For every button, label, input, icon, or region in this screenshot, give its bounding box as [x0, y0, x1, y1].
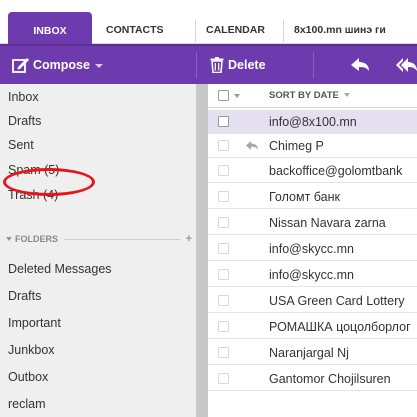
select-all-checkbox[interactable]	[218, 90, 229, 101]
message-row[interactable]: info@skycc.mn	[208, 237, 417, 261]
sort-caret-icon	[343, 93, 350, 98]
tab-8x100[interactable]: 8x100.mn шинэ ги	[284, 17, 417, 44]
folders-header-label: FOLDERS	[15, 234, 59, 244]
message-sender: Голомт банк	[269, 190, 340, 204]
compose-label: Compose	[33, 58, 90, 72]
select-options-caret-icon[interactable]	[234, 94, 240, 98]
folder-deleted-messages[interactable]: Deleted Messages	[8, 258, 194, 280]
message-sender: Chimeg P	[269, 139, 324, 153]
tab-calendar[interactable]: CALENDAR	[196, 17, 282, 44]
message-checkbox[interactable]	[218, 321, 229, 332]
replied-icon	[246, 141, 258, 150]
message-checkbox[interactable]	[218, 116, 229, 127]
message-row[interactable]: info@skycc.mn	[208, 263, 417, 287]
spam-highlight-ring	[3, 168, 95, 196]
message-row[interactable]: Chimeg P	[208, 134, 417, 158]
folder-junkbox[interactable]: Junkbox	[8, 339, 194, 361]
compose-dropdown-caret-icon[interactable]	[94, 64, 103, 68]
message-sender: Naranjargal Nj	[269, 346, 349, 360]
mail-toolbar: Compose Delete	[0, 44, 417, 84]
message-row[interactable]: Nissan Navara zarna	[208, 211, 417, 235]
pane-resize-handle[interactable]	[196, 84, 208, 417]
message-checkbox[interactable]	[218, 165, 229, 176]
toolbar-separator	[313, 52, 314, 78]
message-sender: info@8x100.mn	[269, 115, 357, 129]
collapse-caret-icon[interactable]	[6, 237, 12, 241]
delete-label: Delete	[228, 58, 266, 72]
message-list: SORT BY DATE info@8x100.mn Chimeg P back…	[208, 84, 417, 417]
compose-icon	[12, 58, 29, 73]
message-checkbox[interactable]	[218, 191, 229, 202]
tab-inbox[interactable]: INBOX	[8, 12, 92, 45]
sort-label: SORT BY DATE	[269, 90, 339, 101]
message-list-header: SORT BY DATE	[208, 84, 417, 108]
add-folder-icon[interactable]: +	[186, 233, 192, 245]
top-tab-bar: INBOX CONTACTS CALENDAR 8x100.mn шинэ ги	[0, 0, 417, 45]
folders-section-header[interactable]: FOLDERS +	[6, 232, 192, 246]
message-checkbox[interactable]	[218, 217, 229, 228]
reply-all-icon	[396, 58, 417, 72]
message-sender: РОМАШКА цоцолборлог	[269, 320, 411, 334]
message-row[interactable]: info@8x100.mn	[208, 110, 417, 134]
message-checkbox[interactable]	[218, 269, 229, 280]
message-sender: Gantomor Chojilsuren	[269, 372, 391, 386]
sort-by-date-control[interactable]: SORT BY DATE	[269, 84, 350, 108]
message-sender: USA Green Card Lottery	[269, 294, 405, 308]
message-checkbox[interactable]	[218, 347, 229, 358]
folder-reclam[interactable]: reclam	[8, 393, 194, 415]
message-checkbox[interactable]	[218, 373, 229, 384]
toolbar-separator	[196, 52, 197, 78]
trash-icon	[210, 57, 224, 73]
message-row[interactable]: Gantomor Chojilsuren	[208, 367, 417, 391]
folder-drafts[interactable]: Drafts	[8, 110, 194, 132]
message-row[interactable]: Голомт банк	[208, 185, 417, 209]
reply-all-button[interactable]	[395, 46, 417, 84]
delete-button[interactable]: Delete	[210, 46, 266, 84]
message-row[interactable]: РОМАШКА цоцолборлог	[208, 315, 417, 339]
folders-header-rule	[64, 238, 180, 240]
message-row[interactable]: backoffice@golomtbank	[208, 159, 417, 183]
folder-drafts-custom[interactable]: Drafts	[8, 285, 194, 307]
message-sender: Nissan Navara zarna	[269, 216, 386, 230]
compose-button[interactable]: Compose	[12, 46, 103, 84]
folder-inbox[interactable]: Inbox	[8, 86, 194, 108]
reply-button[interactable]	[350, 46, 370, 84]
message-sender: info@skycc.mn	[269, 242, 354, 256]
reply-icon	[351, 58, 369, 71]
message-sender: info@skycc.mn	[269, 268, 354, 282]
message-checkbox[interactable]	[218, 295, 229, 306]
message-row[interactable]: USA Green Card Lottery	[208, 289, 417, 313]
message-sender: backoffice@golomtbank	[269, 164, 403, 178]
message-checkbox[interactable]	[218, 243, 229, 254]
tab-contacts[interactable]: CONTACTS	[96, 17, 192, 44]
message-checkbox[interactable]	[218, 140, 229, 151]
folder-pane: Inbox Drafts Sent Spam (5) Trash (4) FOL…	[0, 84, 196, 417]
message-row[interactable]: Naranjargal Nj	[208, 341, 417, 365]
folder-sent[interactable]: Sent	[8, 134, 194, 156]
folder-important[interactable]: Important	[8, 312, 194, 334]
folder-outbox[interactable]: Outbox	[8, 366, 194, 388]
